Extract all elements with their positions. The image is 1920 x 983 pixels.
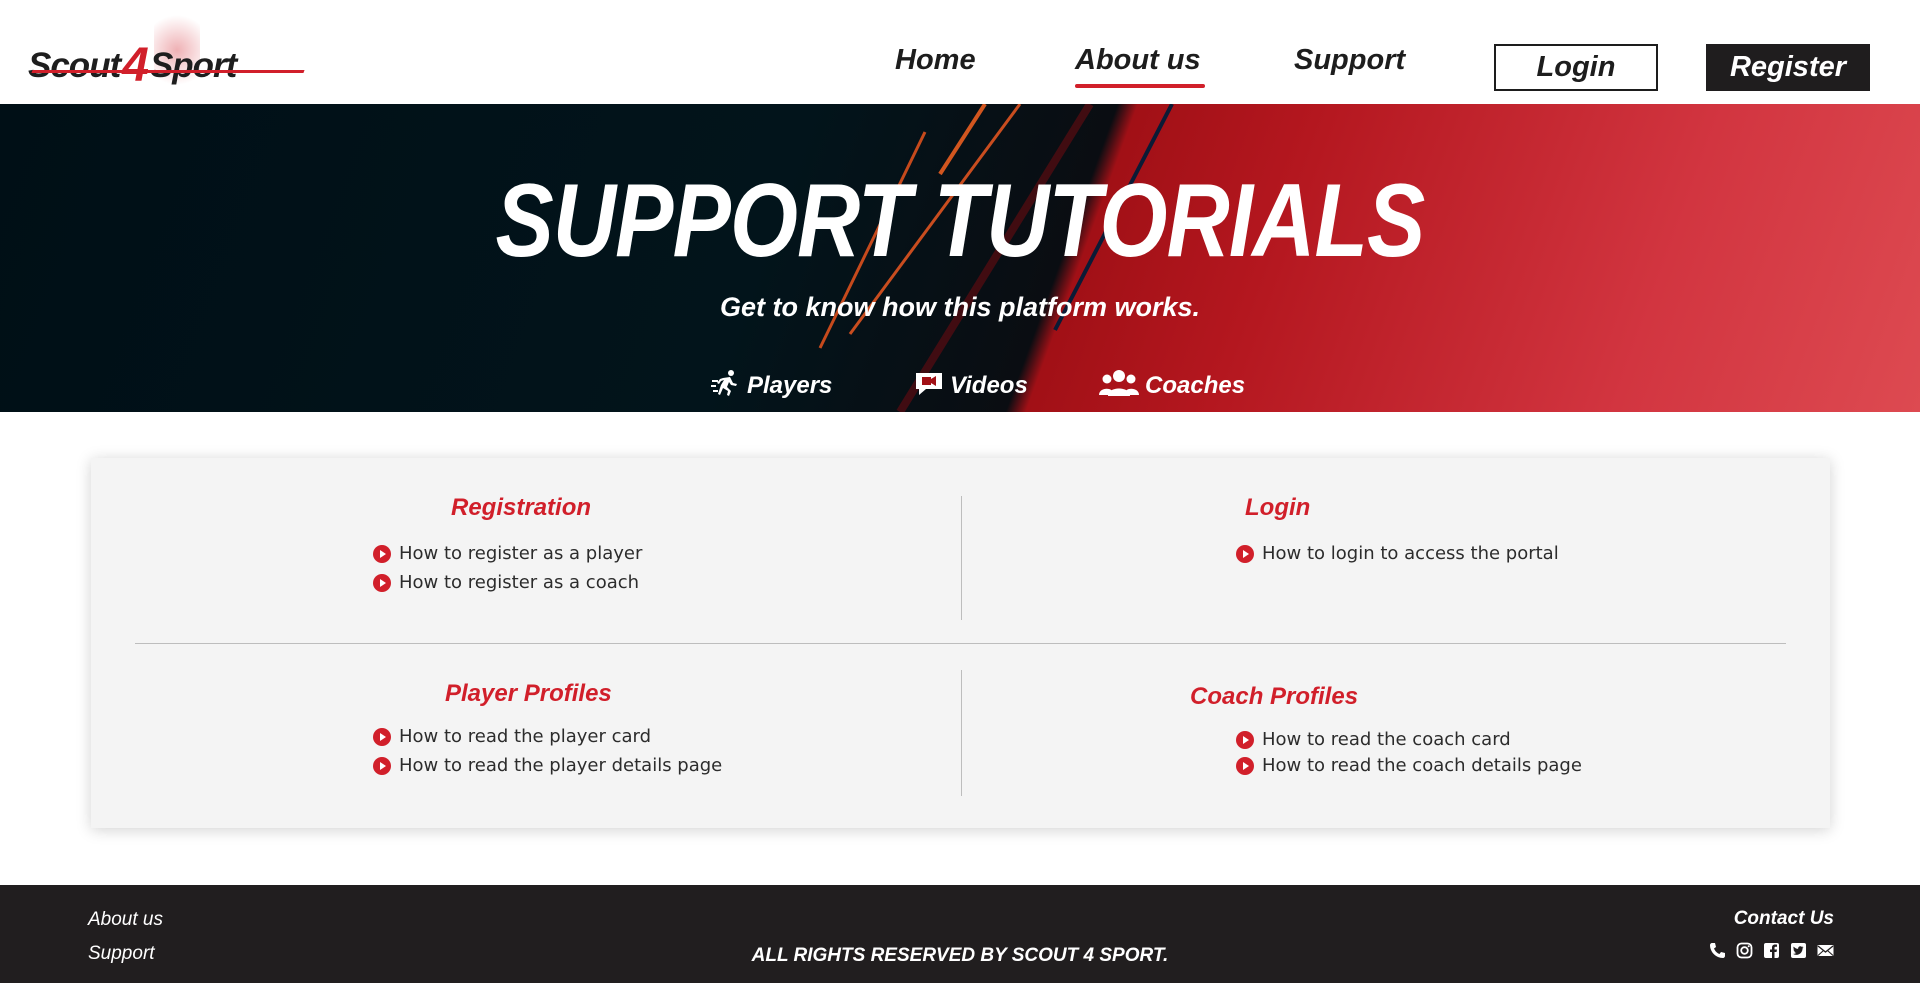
site-header: Scout4Sport Home About us Support Login … (0, 0, 1920, 104)
site-footer: About us Support ALL RIGHTS RESERVED BY … (0, 885, 1920, 983)
running-player-icon (711, 368, 741, 405)
tutorial-link[interactable]: How to register as a player (373, 543, 642, 564)
tutorials-card: Registration How to register as a player… (91, 458, 1830, 828)
play-circle-icon (373, 573, 391, 592)
scout4sport-logo[interactable]: Scout4Sport (28, 14, 308, 94)
footer-about-link[interactable]: About us (88, 909, 163, 931)
logo-underline (31, 70, 305, 73)
play-circle-icon (373, 756, 391, 775)
hero-banner: Support Tutorials Get to know how this p… (0, 104, 1920, 412)
play-circle-icon (373, 544, 391, 563)
registration-section: Registration How to register as a player… (91, 458, 961, 643)
tutorial-link[interactable]: How to read the player details page (373, 755, 722, 776)
nav-home-link[interactable]: Home (895, 44, 976, 94)
tutorial-link[interactable]: How to read the player card (373, 726, 651, 747)
video-chat-icon (914, 368, 944, 405)
footer-copyright: ALL RIGHTS RESERVED BY SCOUT 4 SPORT. (751, 945, 1169, 966)
hero-link-label: Coaches (1145, 372, 1246, 399)
hero-link-label: Players (747, 372, 833, 399)
login-title: Login (1245, 494, 1311, 521)
player-profiles-title: Player Profiles (445, 680, 612, 707)
tutorial-link[interactable]: How to read the coach details page (1236, 755, 1582, 776)
facebook-icon[interactable] (1763, 942, 1780, 959)
nav-about-link[interactable]: About us (1075, 44, 1205, 94)
hero-title: Support Tutorials (495, 163, 1426, 279)
nav-support-link[interactable]: Support (1294, 44, 1405, 94)
play-circle-icon (1236, 756, 1254, 775)
phone-icon[interactable] (1709, 942, 1726, 959)
login-section: Login How to login to access the portal (962, 458, 1830, 643)
play-circle-icon (1236, 730, 1254, 749)
hero-link-label: Videos (950, 372, 1028, 399)
player-profiles-section: Player Profiles How to read the player c… (91, 644, 961, 828)
logo-wordmark: Scout4Sport (28, 39, 237, 92)
footer-social-icons (1709, 942, 1834, 959)
play-circle-icon (1236, 544, 1254, 563)
tutorial-link[interactable]: How to read the coach card (1236, 729, 1511, 750)
twitter-icon[interactable] (1790, 942, 1807, 959)
instagram-icon[interactable] (1736, 942, 1753, 959)
users-group-icon (1099, 368, 1139, 405)
registration-title: Registration (451, 494, 592, 521)
hero-subtitle: Get to know how this platform works. (719, 292, 1201, 322)
coach-profiles-section: Coach Profiles How to read the coach car… (962, 644, 1830, 828)
tutorial-link[interactable]: How to login to access the portal (1236, 543, 1559, 564)
tutorial-link[interactable]: How to register as a coach (373, 572, 639, 593)
coach-profiles-title: Coach Profiles (1190, 683, 1359, 710)
hero-link-players[interactable]: Players (711, 368, 832, 404)
footer-contact-title: Contact Us (1733, 908, 1834, 929)
login-button[interactable]: Login (1494, 44, 1658, 91)
mail-icon[interactable] (1817, 942, 1834, 959)
play-circle-icon (373, 727, 391, 746)
hero-link-videos[interactable]: Videos (914, 368, 1028, 404)
hero-link-coaches[interactable]: Coaches (1099, 368, 1245, 404)
register-button[interactable]: Register (1706, 44, 1870, 91)
